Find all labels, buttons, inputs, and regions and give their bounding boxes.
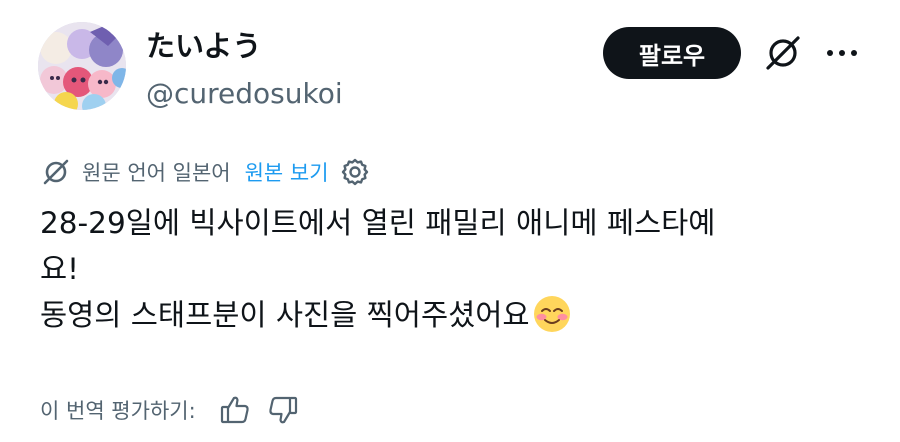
tweet-text: 28-29일에 빅사이트에서 열린 패밀리 애니메 페스타예 요! 동영의 스태…	[40, 200, 880, 338]
username[interactable]: @curedosukoi	[146, 76, 343, 112]
more-icon[interactable]	[824, 32, 860, 74]
tweet-line-3: 동영의 스태프분이 사진을 찍어주셨어요	[40, 292, 880, 338]
grok-translate-icon	[43, 159, 69, 185]
rate-translation-label: 이 번역 평가하기:	[40, 399, 196, 423]
avatar[interactable]	[38, 22, 126, 110]
grok-icon[interactable]	[762, 32, 804, 74]
tweet-line-3-text: 동영의 스태프분이 사진을 찍어주셨어요	[40, 298, 530, 332]
thumbs-down-icon[interactable]	[266, 393, 300, 427]
tweet-line-1: 28-29일에 빅사이트에서 열린 패밀리 애니메 페스타예	[40, 206, 716, 240]
translation-source-label: 원문 언어 일본어	[82, 161, 231, 185]
tweet-line-2: 요!	[40, 252, 79, 286]
follow-button[interactable]: 팔로우	[603, 27, 741, 79]
avatar-image	[38, 22, 126, 110]
translation-bar: 원문 언어 일본어 원본 보기	[40, 154, 371, 190]
rate-translation-bar: 이 번역 평가하기:	[40, 390, 300, 430]
display-name[interactable]: たいよう	[146, 28, 261, 64]
tweet-page: たいよう @curedosukoi 팔로우 원문 언어 일본어 원본 보기 28…	[0, 0, 900, 442]
smiling-blushing-face-icon	[533, 295, 570, 332]
gear-icon[interactable]	[339, 156, 371, 188]
view-original-link[interactable]: 원본 보기	[245, 157, 329, 187]
thumbs-up-icon[interactable]	[218, 393, 252, 427]
